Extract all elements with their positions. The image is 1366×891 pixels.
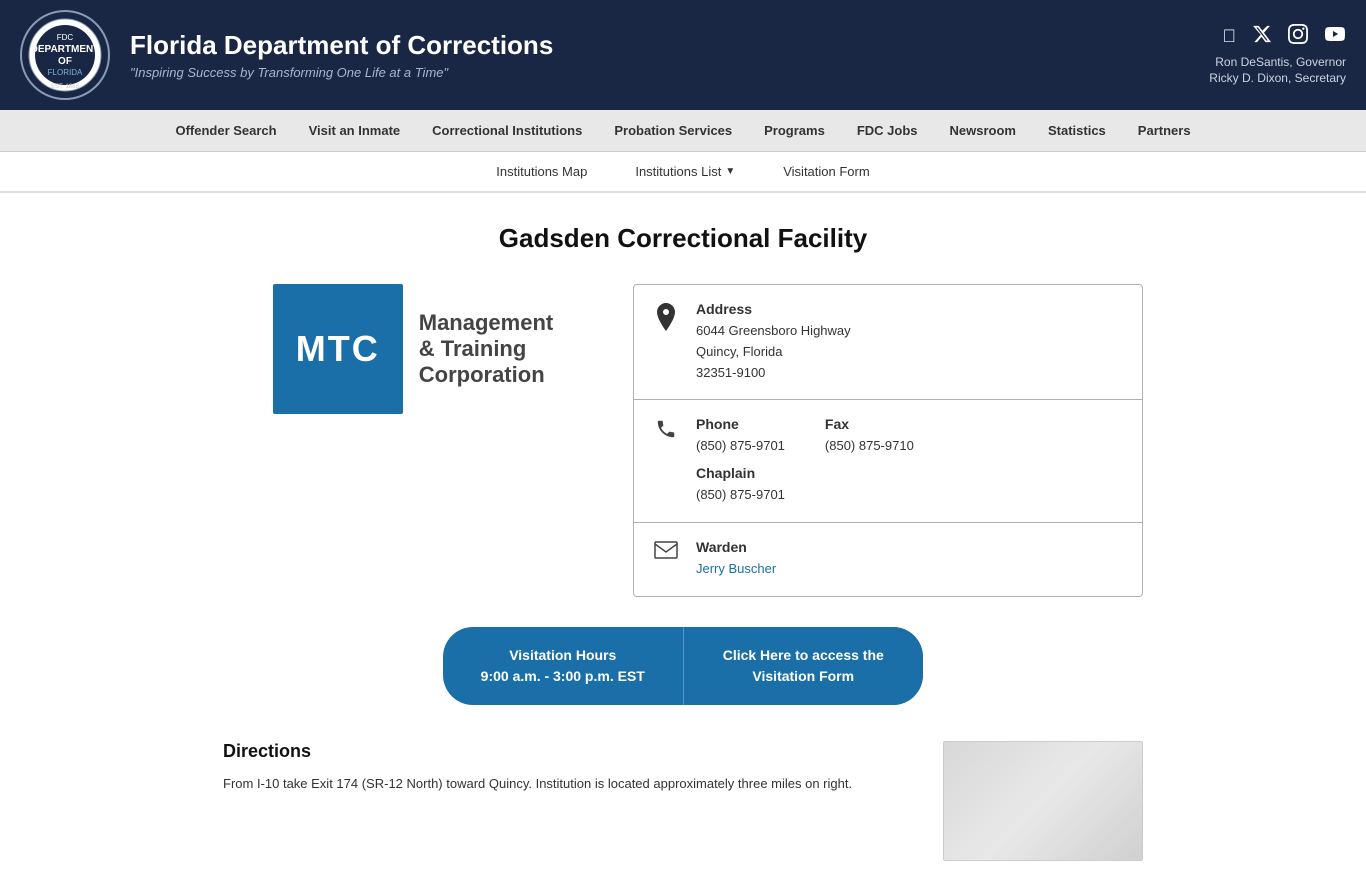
address-line2: Quincy, Florida xyxy=(696,342,1124,363)
nav-link-offender-search[interactable]: Offender Search xyxy=(159,110,292,151)
site-title: Florida Department of Corrections xyxy=(130,30,1209,61)
main-content: Gadsden Correctional Facility MTC Manage… xyxy=(203,193,1163,891)
phone-number: (850) 875-9701 xyxy=(696,436,785,457)
facility-logo-area: MTC Management & Training Corporation xyxy=(223,284,603,414)
warden-detail: Jerry Buscher xyxy=(696,559,1124,580)
mtc-logo: MTC Management & Training Corporation xyxy=(273,284,553,414)
mtc-line2: & Training xyxy=(419,336,553,362)
primary-navigation: Offender Search Visit an Inmate Correcti… xyxy=(0,110,1366,152)
contact-row: Phone (850) 875-9701 Chaplain (850) 875-… xyxy=(696,416,1124,506)
fax-col: Fax (850) 875-9710 xyxy=(825,416,914,506)
directions-body: From I-10 take Exit 174 (SR-12 North) to… xyxy=(223,774,913,795)
address-card: Address 6044 Greensboro Highway Quincy, … xyxy=(634,285,1142,400)
chaplain-label: Chaplain xyxy=(696,465,785,481)
warden-card-content: Warden Jerry Buscher xyxy=(696,539,1124,580)
subnav-link-visitation-form[interactable]: Visitation Form xyxy=(759,152,893,191)
svg-text:EST. 1868: EST. 1868 xyxy=(51,84,79,90)
vis-hours-line1: Visitation Hours xyxy=(473,645,653,666)
contact-card-content: Phone (850) 875-9701 Chaplain (850) 875-… xyxy=(696,416,1124,506)
dropdown-arrow-icon: ▼ xyxy=(725,166,735,177)
subnav-item-visitation-form[interactable]: Visitation Form xyxy=(759,152,893,191)
nav-link-statistics[interactable]: Statistics xyxy=(1032,110,1122,151)
mtc-text-area: Management & Training Corporation xyxy=(419,310,553,388)
directions-heading: Directions xyxy=(223,741,913,762)
secretary-label: Ricky D. Dixon, Secretary xyxy=(1209,71,1346,85)
location-pin-icon xyxy=(652,303,680,331)
vis-form-line1: Click Here to access the xyxy=(714,645,894,666)
nav-item-fdc-jobs[interactable]: FDC Jobs xyxy=(841,110,934,151)
phone-label: Phone xyxy=(696,416,785,432)
chaplain-phone: (850) 875-9701 xyxy=(696,485,785,506)
contact-card: Phone (850) 875-9701 Chaplain (850) 875-… xyxy=(634,400,1142,523)
visitation-hours-button[interactable]: Visitation Hours 9:00 a.m. - 3:00 p.m. E… xyxy=(443,627,684,705)
nav-item-offender-search[interactable]: Offender Search xyxy=(159,110,292,151)
address-detail: 6044 Greensboro Highway Quincy, Florida … xyxy=(696,321,1124,383)
visitation-btn-group: Visitation Hours 9:00 a.m. - 3:00 p.m. E… xyxy=(443,627,923,705)
warden-card: Warden Jerry Buscher xyxy=(634,523,1142,596)
header-right:  Ron DeSantis, Governor Ricky D. Dixon,… xyxy=(1209,24,1346,87)
map-thumbnail xyxy=(943,741,1143,861)
mtc-line3: Corporation xyxy=(419,362,553,388)
nav-item-probation-services[interactable]: Probation Services xyxy=(598,110,748,151)
instagram-icon[interactable] xyxy=(1288,24,1308,49)
visitation-bar: Visitation Hours 9:00 a.m. - 3:00 p.m. E… xyxy=(223,627,1143,705)
directions-section: Directions From I-10 take Exit 174 (SR-1… xyxy=(223,741,1143,861)
nav-item-partners[interactable]: Partners xyxy=(1122,110,1207,151)
facebook-icon[interactable]:  xyxy=(1223,26,1237,47)
secondary-navigation: Institutions Map Institutions List ▼ Vis… xyxy=(0,152,1366,193)
vis-hours-line2: 9:00 a.m. - 3:00 p.m. EST xyxy=(473,666,653,687)
visitation-form-button[interactable]: Click Here to access the Visitation Form xyxy=(684,627,924,705)
facility-title: Gadsden Correctional Facility xyxy=(223,223,1143,254)
svg-text:OF: OF xyxy=(58,56,72,67)
address-line1: 6044 Greensboro Highway xyxy=(696,321,1124,342)
svg-text:FLORIDA: FLORIDA xyxy=(48,68,83,77)
header-text-block: Florida Department of Corrections "Inspi… xyxy=(130,30,1209,80)
nav-item-visit-inmate[interactable]: Visit an Inmate xyxy=(293,110,417,151)
facility-info-row: MTC Management & Training Corporation Ad… xyxy=(223,284,1143,597)
svg-text:DEPARTMENT: DEPARTMENT xyxy=(31,44,100,55)
address-card-content: Address 6044 Greensboro Highway Quincy, … xyxy=(696,301,1124,383)
fdc-logo: DEPARTMENT OF FLORIDA FDC EST. 1868 xyxy=(20,10,110,100)
governor-label: Ron DeSantis, Governor xyxy=(1209,55,1346,69)
address-label: Address xyxy=(696,301,1124,317)
subnav-link-institutions-map[interactable]: Institutions Map xyxy=(472,152,611,191)
warden-name-link[interactable]: Jerry Buscher xyxy=(696,561,776,576)
subnav-item-institutions-map[interactable]: Institutions Map xyxy=(472,152,611,191)
nav-link-correctional-institutions[interactable]: Correctional Institutions xyxy=(416,110,598,151)
mtc-line1: Management xyxy=(419,310,553,336)
social-icons-bar:  xyxy=(1223,24,1347,49)
site-tagline: "Inspiring Success by Transforming One L… xyxy=(130,65,1209,80)
subnav-item-institutions-list[interactable]: Institutions List ▼ xyxy=(611,152,759,191)
nav-item-statistics[interactable]: Statistics xyxy=(1032,110,1122,151)
mtc-box: MTC xyxy=(273,284,403,414)
warden-label: Warden xyxy=(696,539,1124,555)
nav-item-correctional-institutions[interactable]: Correctional Institutions xyxy=(416,110,598,151)
map-image xyxy=(944,742,1142,860)
phone-col: Phone (850) 875-9701 Chaplain (850) 875-… xyxy=(696,416,785,506)
site-header: DEPARTMENT OF FLORIDA FDC EST. 1868 Flor… xyxy=(0,0,1366,110)
nav-item-newsroom[interactable]: Newsroom xyxy=(934,110,1032,151)
nav-item-programs[interactable]: Programs xyxy=(748,110,841,151)
header-officials: Ron DeSantis, Governor Ricky D. Dixon, S… xyxy=(1209,55,1346,87)
subnav-link-institutions-list[interactable]: Institutions List ▼ xyxy=(611,152,759,191)
nav-link-probation-services[interactable]: Probation Services xyxy=(598,110,748,151)
nav-link-newsroom[interactable]: Newsroom xyxy=(934,110,1032,151)
fax-label: Fax xyxy=(825,416,914,432)
nav-link-fdc-jobs[interactable]: FDC Jobs xyxy=(841,110,934,151)
svg-text:FDC: FDC xyxy=(57,33,74,42)
nav-link-programs[interactable]: Programs xyxy=(748,110,841,151)
address-line3: 32351-9100 xyxy=(696,363,1124,384)
twitter-icon[interactable] xyxy=(1252,24,1272,49)
envelope-icon xyxy=(652,541,680,559)
nav-link-visit-inmate[interactable]: Visit an Inmate xyxy=(293,110,417,151)
nav-link-partners[interactable]: Partners xyxy=(1122,110,1207,151)
fax-number: (850) 875-9710 xyxy=(825,436,914,457)
info-cards: Address 6044 Greensboro Highway Quincy, … xyxy=(633,284,1143,597)
vis-form-line2: Visitation Form xyxy=(714,666,894,687)
phone-icon xyxy=(652,418,680,440)
youtube-icon[interactable] xyxy=(1324,24,1346,49)
